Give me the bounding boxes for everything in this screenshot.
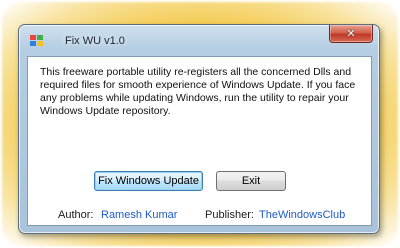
author-label: Author: [58, 209, 94, 221]
close-icon: ✕ [346, 27, 356, 40]
publisher-link[interactable]: TheWindowsClub [259, 209, 345, 221]
title-bar[interactable]: Fix WU v1.0 ✕ [19, 25, 379, 49]
close-button[interactable]: ✕ [329, 25, 373, 43]
dialog-body: This freeware portable utility re-regist… [27, 56, 372, 226]
windows-logo-icon [30, 35, 43, 46]
window-title: Fix WU v1.0 [65, 35, 125, 47]
fix-wu-window: Fix WU v1.0 ✕ This freeware portable uti… [18, 24, 380, 234]
author-link[interactable]: Ramesh Kumar [101, 209, 177, 221]
description-text: This freeware portable utility re-regist… [40, 66, 356, 117]
publisher-label: Publisher: [205, 209, 254, 221]
exit-button[interactable]: Exit [216, 171, 286, 191]
fix-windows-update-button[interactable]: Fix Windows Update [94, 171, 203, 191]
